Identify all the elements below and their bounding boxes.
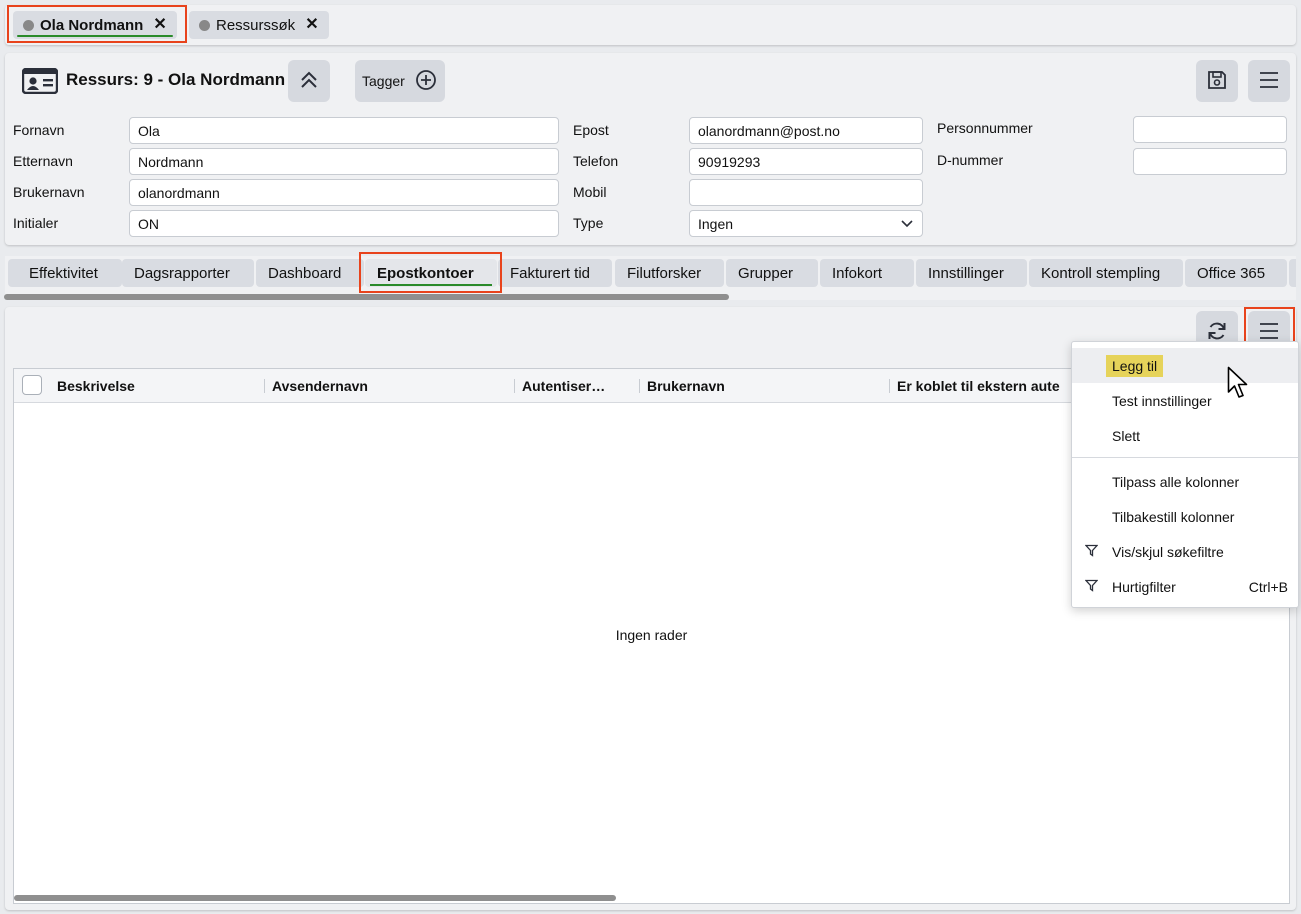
type-value: Ingen <box>698 215 734 232</box>
doc-tab-ressurssok[interactable]: Ressurssøk ✕ <box>189 11 329 39</box>
brukernavn-field[interactable]: olanordmann <box>129 179 559 206</box>
collapse-button[interactable] <box>288 60 330 102</box>
menu-item-tilpass-alle-kolonner[interactable]: Tilpass alle kolonner <box>1072 464 1298 499</box>
tags-label: Tagger <box>362 73 405 89</box>
menu-item-label: Tilpass alle kolonner <box>1112 473 1240 490</box>
menu-item-tilbakestill-kolonner[interactable]: Tilbakestill kolonner <box>1072 499 1298 534</box>
epost-label: Epost <box>573 122 609 138</box>
grid-scrollbar[interactable] <box>14 895 616 901</box>
grid-context-menu: Legg til Test innstillinger Slett Tilpas… <box>1071 341 1299 608</box>
tab-fakturert-tid[interactable]: Fakturert tid <box>498 259 612 287</box>
telefon-label: Telefon <box>573 153 619 169</box>
status-dot-icon <box>23 19 34 31</box>
menu-item-slett[interactable]: Slett <box>1072 418 1298 453</box>
doc-tab-ola-nordmann[interactable]: Ola Nordmann ✕ <box>13 11 177 39</box>
etternavn-field[interactable]: Nordmann <box>129 148 559 175</box>
tab-infokort[interactable]: Infokort <box>820 259 914 287</box>
telefon-field[interactable]: 90919293 <box>689 148 923 175</box>
type-label: Type <box>573 215 604 231</box>
page-title: Ressurs: 9 - Ola Nordmann <box>66 70 286 89</box>
column-separator[interactable] <box>639 379 640 393</box>
type-select[interactable]: Ingen <box>689 210 923 237</box>
menu-item-shortcut: Ctrl+B <box>1248 578 1288 595</box>
tab-dashboard[interactable]: Dashboard <box>256 259 364 287</box>
empty-message: Ingen rader <box>615 627 688 643</box>
initialer-label: Initialer <box>13 215 59 231</box>
select-all-checkbox[interactable] <box>22 375 42 395</box>
menu-item-label: Legg til <box>1106 354 1164 377</box>
column-header-beskrivelse[interactable]: Beskrivelse <box>57 369 257 403</box>
filter-icon <box>1084 579 1099 595</box>
menu-item-label: Vis/skjul søkefiltre <box>1112 543 1224 560</box>
doc-tab-label: Ola Nordmann <box>40 16 144 34</box>
column-separator[interactable] <box>514 379 515 393</box>
chevron-down-icon <box>900 216 914 232</box>
hamburger-icon <box>1258 69 1280 94</box>
fornavn-field[interactable]: Ola <box>129 117 559 144</box>
tab-grupper[interactable]: Grupper <box>726 259 818 287</box>
menu-item-test-innstillinger[interactable]: Test innstillinger <box>1072 383 1298 418</box>
filter-icon <box>1084 544 1099 560</box>
column-separator[interactable] <box>889 379 890 393</box>
column-header-autentisering[interactable]: Autentiser… <box>522 369 632 403</box>
save-button[interactable] <box>1196 60 1238 102</box>
tab-overflow[interactable] <box>1289 259 1296 287</box>
save-icon <box>1206 69 1228 94</box>
dnummer-label: D-nummer <box>937 152 1004 168</box>
tab-dagsrapporter[interactable]: Dagsrapporter <box>122 259 254 287</box>
column-header-brukernavn[interactable]: Brukernavn <box>647 369 887 403</box>
menu-divider <box>1072 457 1298 458</box>
mobil-label: Mobil <box>573 184 607 200</box>
menu-item-hurtigfilter[interactable]: Hurtigfilter Ctrl+B <box>1072 569 1298 604</box>
menu-item-label: Hurtigfilter <box>1112 578 1176 595</box>
menu-item-label: Tilbakestill kolonner <box>1112 508 1235 525</box>
header-menu-button[interactable] <box>1248 60 1290 102</box>
brukernavn-label: Brukernavn <box>13 184 85 200</box>
fornavn-label: Fornavn <box>13 122 65 138</box>
column-header-ekstern-autentisering[interactable]: Er koblet til ekstern aute <box>897 369 1077 403</box>
mouse-pointer-icon <box>1227 366 1249 403</box>
document-tab-bar: Ola Nordmann ✕ Ressurssøk ✕ <box>5 5 1296 45</box>
close-icon[interactable]: ✕ <box>153 17 166 33</box>
mobil-field[interactable] <box>689 179 923 206</box>
tab-epostkontoer[interactable]: Epostkontoer <box>365 259 497 287</box>
close-icon[interactable]: ✕ <box>305 17 318 33</box>
etternavn-label: Etternavn <box>13 153 73 169</box>
menu-item-label: Slett <box>1112 427 1141 444</box>
menu-item-label: Test innstillinger <box>1112 392 1212 409</box>
plus-circle-icon <box>415 69 437 94</box>
menu-item-legg-til[interactable]: Legg til <box>1072 348 1298 383</box>
status-dot-icon <box>199 19 210 31</box>
tab-effektivitet[interactable]: Effektivitet <box>8 259 122 287</box>
personnummer-label: Personnummer <box>937 120 1033 136</box>
menu-item-vis-skjul-sokefiltre[interactable]: Vis/skjul søkefiltre <box>1072 534 1298 569</box>
tabs-scrollbar[interactable] <box>4 294 729 300</box>
initialer-field[interactable]: ON <box>129 210 559 237</box>
tags-button[interactable]: Tagger <box>355 60 445 102</box>
chevrons-up-icon <box>298 69 320 94</box>
epost-field[interactable]: olanordmann@post.no <box>689 117 923 144</box>
tab-innstillinger[interactable]: Innstillinger <box>916 259 1027 287</box>
personnummer-field[interactable] <box>1133 116 1287 143</box>
doc-tab-label: Ressurssøk <box>216 16 296 34</box>
tab-kontroll-stempling[interactable]: Kontroll stempling <box>1029 259 1183 287</box>
id-card-icon <box>21 67 59 97</box>
dnummer-field[interactable] <box>1133 148 1287 175</box>
tab-filutforsker[interactable]: Filutforsker <box>615 259 724 287</box>
tab-office-365[interactable]: Office 365 <box>1185 259 1287 287</box>
column-header-avsendernavn[interactable]: Avsendernavn <box>272 369 512 403</box>
column-separator[interactable] <box>264 379 265 393</box>
